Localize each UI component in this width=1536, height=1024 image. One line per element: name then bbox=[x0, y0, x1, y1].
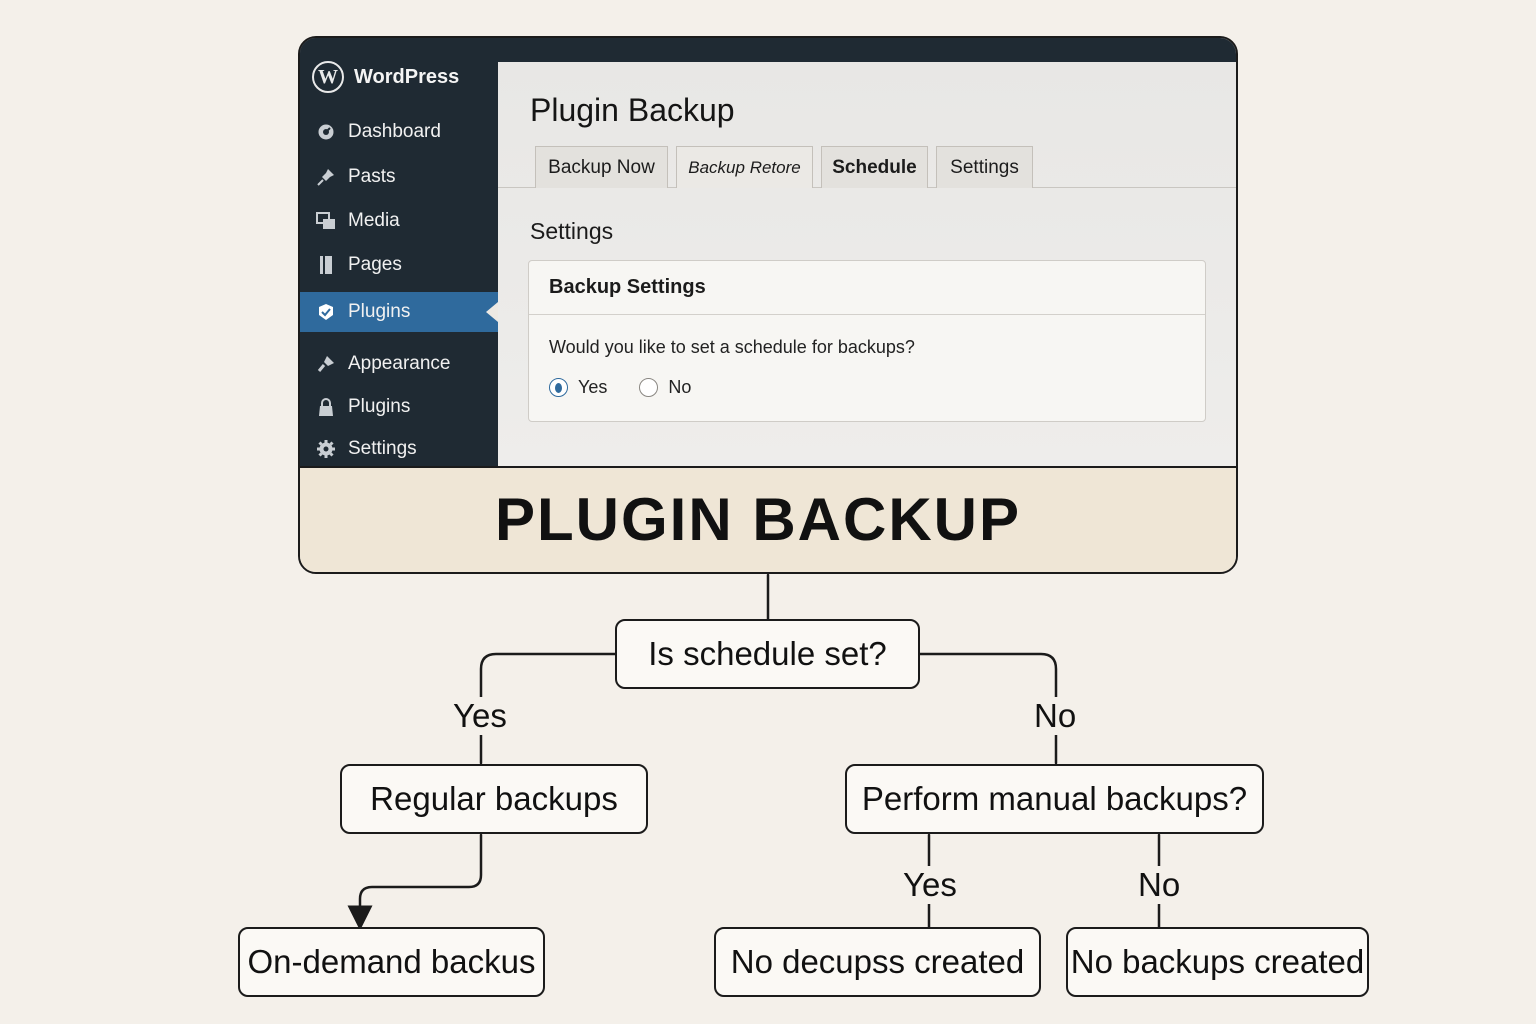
section-heading: Settings bbox=[530, 218, 614, 244]
sidebar-item-label: Settings bbox=[348, 438, 417, 459]
page-title: Plugin Backup bbox=[530, 92, 735, 128]
tab-backup-restore[interactable]: Backup Retore bbox=[676, 146, 813, 188]
schedule-question: Would you like to set a schedule for bac… bbox=[549, 337, 915, 357]
gauge-icon bbox=[316, 122, 336, 142]
main-content: Plugin Backup Backup Now Backup Retore S… bbox=[498, 62, 1236, 466]
tab-schedule[interactable]: Schedule bbox=[821, 146, 928, 188]
pages-icon bbox=[316, 255, 336, 275]
schedule-radio-group: Yes No bbox=[549, 377, 691, 398]
sidebar-item-appearance[interactable]: Appearance bbox=[300, 344, 498, 384]
media-icon bbox=[316, 211, 336, 231]
gear-icon bbox=[316, 439, 336, 459]
tab-backup-now[interactable]: Backup Now bbox=[535, 146, 668, 188]
flow-label-no: No bbox=[1032, 697, 1079, 735]
sidebar-item-label: Pasts bbox=[348, 166, 396, 187]
sidebar-item-label: Plugins bbox=[348, 396, 411, 417]
brand-name: WordPress bbox=[354, 65, 460, 88]
sidebar-item-label: Media bbox=[348, 210, 400, 231]
radio-yes[interactable] bbox=[549, 378, 568, 397]
sidebar-item-plugins-active[interactable]: Plugins bbox=[300, 292, 498, 332]
wordpress-window: W WordPress Dashboard Pasts Media Pages … bbox=[298, 36, 1238, 574]
sidebar-item-media[interactable]: Media bbox=[300, 201, 498, 241]
flow-leaf-manual-no: No backups created bbox=[1066, 927, 1369, 997]
sidebar-item-label: Pages bbox=[348, 254, 402, 275]
wordpress-logo-icon: W bbox=[312, 61, 344, 93]
sidebar-item-dashboard[interactable]: Dashboard bbox=[300, 112, 498, 152]
connector-regular-to-ondemand bbox=[347, 833, 483, 931]
admin-sidebar: W WordPress Dashboard Pasts Media Pages … bbox=[300, 38, 498, 466]
flow-leaf-on-demand: On-demand backus bbox=[238, 927, 545, 997]
card-title: Backup Settings bbox=[529, 261, 1205, 315]
sidebar-item-settings[interactable]: Settings bbox=[300, 429, 498, 469]
backup-settings-card: Backup Settings Would you like to set a … bbox=[528, 260, 1206, 422]
sidebar-item-label: Appearance bbox=[348, 353, 451, 374]
lock-icon bbox=[316, 397, 336, 417]
title-banner: PLUGIN BACKUP bbox=[300, 466, 1236, 572]
flow-node-manual-backups: Perform manual backups? bbox=[845, 764, 1264, 834]
radio-no-label[interactable]: No bbox=[668, 377, 691, 398]
sidebar-item-label: Plugins bbox=[348, 301, 411, 322]
flow-node-root: Is schedule set? bbox=[615, 619, 920, 689]
flow-label-manual-yes: Yes bbox=[901, 866, 959, 904]
banner-title: PLUGIN BACKUP bbox=[494, 485, 1021, 553]
flow-label-manual-no: No bbox=[1136, 866, 1183, 904]
sidebar-item-label: Dashboard bbox=[348, 121, 441, 142]
flow-leaf-manual-yes: No decupss created bbox=[714, 927, 1041, 997]
pin-icon bbox=[316, 167, 336, 187]
tab-settings[interactable]: Settings bbox=[936, 146, 1033, 188]
wordpress-brand[interactable]: W WordPress bbox=[312, 60, 459, 94]
sidebar-item-plugins[interactable]: Plugins bbox=[300, 387, 498, 427]
radio-yes-label[interactable]: Yes bbox=[578, 377, 607, 398]
radio-no[interactable] bbox=[639, 378, 659, 397]
brush-icon bbox=[316, 354, 336, 374]
sidebar-item-posts[interactable]: Pasts bbox=[300, 157, 498, 197]
plugin-icon bbox=[316, 302, 336, 322]
flow-node-regular-backups: Regular backups bbox=[340, 764, 648, 834]
tab-bar: Backup Now Backup Retore Schedule Settin… bbox=[498, 146, 1236, 188]
flow-label-yes: Yes bbox=[451, 697, 509, 735]
sidebar-item-pages[interactable]: Pages bbox=[300, 245, 498, 285]
